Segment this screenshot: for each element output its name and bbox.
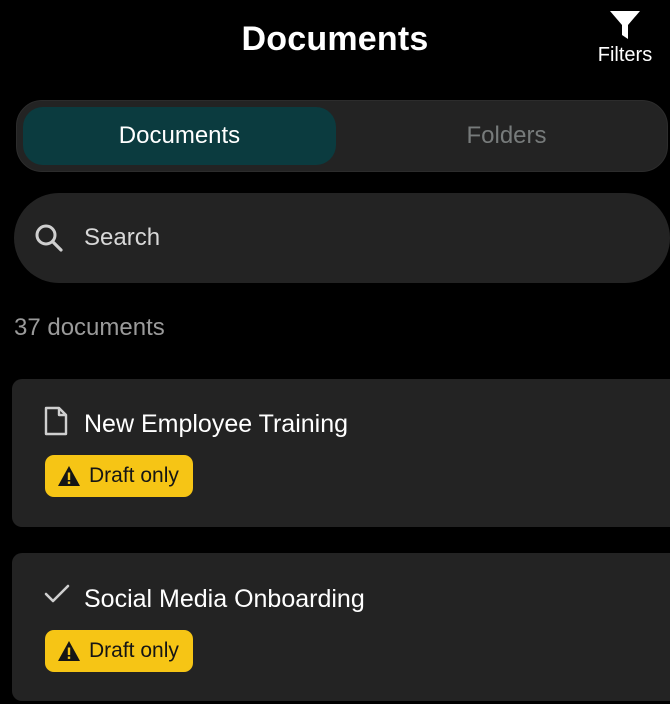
tab-folders[interactable]: Folders — [350, 107, 663, 165]
filters-label: Filters — [597, 44, 653, 66]
search-input[interactable] — [82, 223, 606, 253]
document-count: 37 documents — [14, 314, 165, 341]
warning-icon — [58, 466, 80, 486]
badge-label: Draft only — [89, 639, 179, 662]
search-icon — [35, 224, 63, 252]
warning-icon — [58, 641, 80, 661]
status-badge: Draft only — [45, 630, 193, 672]
document-icon — [44, 406, 68, 436]
search-bar[interactable] — [14, 193, 670, 283]
funnel-icon — [610, 11, 640, 39]
badge-label: Draft only — [89, 464, 179, 487]
document-card[interactable]: Social Media Onboarding Draft only — [12, 553, 670, 701]
app-header: Documents Filters — [0, 0, 670, 90]
document-title: New Employee Training — [84, 410, 349, 438]
checkmark-icon — [44, 584, 70, 603]
document-title: Social Media Onboarding — [84, 585, 365, 613]
status-badge: Draft only — [45, 455, 193, 497]
documents-folders-toggle: Documents Folders — [16, 100, 668, 172]
filters-button[interactable]: Filters — [590, 8, 660, 67]
tab-documents[interactable]: Documents — [23, 107, 336, 165]
document-card[interactable]: New Employee Training Draft only — [12, 379, 670, 527]
page-title: Documents — [241, 20, 429, 58]
